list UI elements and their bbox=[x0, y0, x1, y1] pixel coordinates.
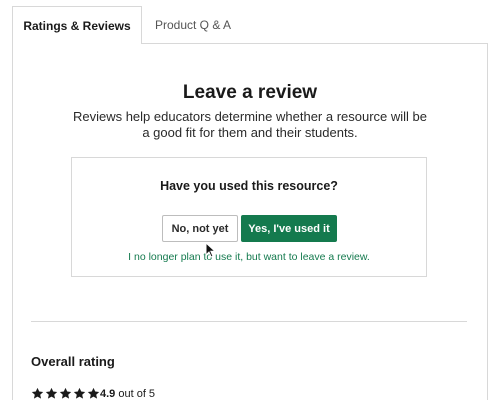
no-not-yet-button[interactable]: No, not yet bbox=[162, 215, 238, 242]
tab-product-qa[interactable]: Product Q & A bbox=[142, 6, 244, 43]
no-longer-plan-link[interactable]: I no longer plan to use it, but want to … bbox=[72, 251, 426, 263]
overall-rating-heading: Overall rating bbox=[31, 354, 115, 369]
star-icon bbox=[87, 387, 100, 399]
star-icon bbox=[59, 387, 72, 399]
rating-number: 4.9 bbox=[100, 388, 116, 400]
page-title: Leave a review bbox=[182, 82, 318, 103]
used-resource-question: Have you used this resource? bbox=[160, 179, 338, 193]
used-resource-card: Have you used this resource? No, not yet… bbox=[71, 157, 427, 277]
star-icon bbox=[45, 387, 58, 399]
rating-value: 4.9 out of 5 bbox=[100, 388, 155, 400]
yes-used-it-button[interactable]: Yes, I've used it bbox=[241, 215, 337, 242]
mouse-pointer-icon bbox=[205, 242, 217, 258]
star-icon bbox=[31, 387, 44, 399]
tab-bar: Ratings & Reviews Product Q & A bbox=[0, 0, 500, 44]
section-divider bbox=[31, 321, 467, 322]
tab-ratings-reviews[interactable]: Ratings & Reviews bbox=[12, 6, 142, 44]
star-icon bbox=[73, 387, 86, 399]
page-subtitle: Reviews help educators determine whether… bbox=[72, 109, 428, 140]
rating-suffix: out of 5 bbox=[118, 388, 156, 400]
star-rating bbox=[31, 387, 100, 400]
